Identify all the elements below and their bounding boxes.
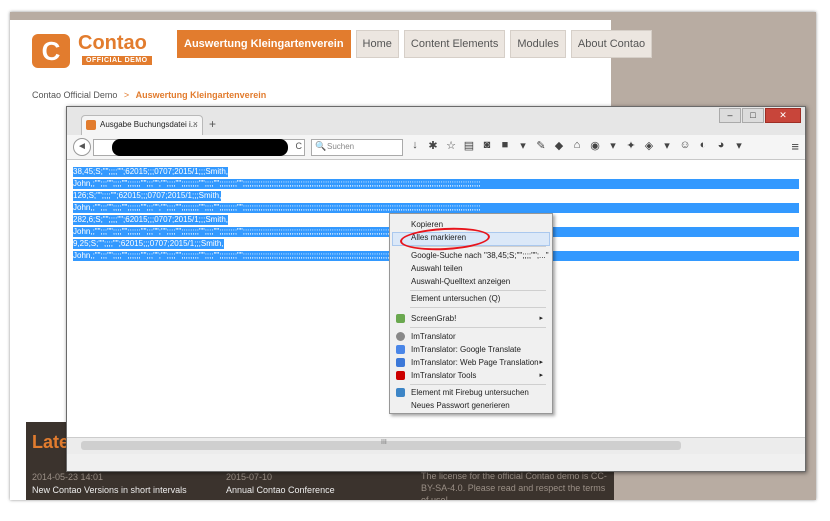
tab-close-icon[interactable]: × — [193, 119, 198, 129]
window-controls: – □ ✕ — [718, 108, 801, 123]
browser-tab[interactable]: Ausgabe Buchungsdatei i... × — [81, 115, 203, 136]
nav-item-auswertung[interactable]: Auswertung Kleingartenverein — [177, 30, 351, 58]
imtranslator-icon — [396, 332, 405, 341]
selected-text-line: 282,6;S;"";;;;"";62015;;;0707;2015/1;;;S… — [73, 215, 229, 225]
browser-titlebar: Ausgabe Buchungsdatei i... × + – □ ✕ — [67, 107, 805, 136]
ctx-imtranslator-webpage[interactable]: ImTranslator: Web Page Translation ▸ — [391, 356, 549, 369]
main-nav: Auswertung Kleingartenverein Home Conten… — [177, 30, 653, 58]
browser-navbar: ◄ C 🔍 Suchen ↓ ✱ ☆ ▤ ◙ ■ ▾ ✎ ◆ ⌂ ◉ ▾ ✦ ◈ ▾ ☺ ◐ ◕ ▾ ≡ — [67, 135, 805, 160]
ctx-new-password[interactable]: Neues Passwort generieren — [391, 399, 549, 412]
redacted-url — [112, 139, 288, 156]
ctx-share-selection[interactable]: Auswahl teilen — [391, 262, 549, 275]
breadcrumb-separator-icon: > — [123, 90, 130, 100]
site-logo[interactable]: C Contao OFFICIAL DEMO — [30, 30, 170, 70]
footer-license-text: The license for the official Contao demo… — [421, 471, 607, 500]
submenu-arrow-icon: ▸ — [539, 372, 543, 379]
news-date: 2015-07-10 — [226, 472, 273, 482]
toolbar-icon[interactable]: ◐ — [697, 139, 709, 152]
selected-text-line: 38,45;S;"";;;;"";62015;;;0707;2015/1;;;S… — [73, 167, 229, 177]
nav-item-content-elements[interactable]: Content Elements — [403, 30, 506, 58]
minimize-button[interactable]: – — [719, 108, 741, 123]
submenu-arrow-icon: ▸ — [539, 315, 543, 322]
firebug-icon — [396, 388, 405, 397]
selected-text-line: John,;"";;;"";;;;"";;;;;;"";;;"";"";;;;"… — [73, 179, 799, 189]
news-date: 2014-05-23 14:01 — [32, 472, 104, 482]
back-button[interactable]: ◄ — [73, 138, 91, 156]
toolbar-icon[interactable]: ▾ — [517, 139, 529, 152]
toolbar-icon[interactable]: ▾ — [661, 139, 673, 152]
maximize-button[interactable]: □ — [742, 108, 764, 123]
logo-subtitle: OFFICIAL DEMO — [82, 56, 152, 65]
selected-text-line: John,;"";;;"";;;;"";;;;;;"";;;"";"";;;;"… — [73, 203, 799, 213]
imtranslator-tools-icon — [396, 371, 405, 380]
search-input[interactable]: 🔍 Suchen — [311, 139, 403, 156]
toolbar-icon[interactable]: ◆ — [553, 139, 565, 152]
toolbar-icon[interactable]: ✎ — [535, 139, 547, 152]
toolbar-icon[interactable]: ▾ — [607, 139, 619, 152]
tab-title: Ausgabe Buchungsdatei i... — [100, 120, 198, 129]
toolbar-icon[interactable]: ✦ — [625, 139, 637, 152]
scrollbar-thumb[interactable]: III — [81, 439, 681, 450]
toolbar-icon[interactable]: ☆ — [445, 139, 457, 152]
reload-icon[interactable]: C — [296, 141, 303, 151]
ctx-imtranslator[interactable]: ImTranslator — [391, 330, 549, 343]
toolbar-icon[interactable]: ☺ — [679, 139, 691, 152]
toolbar-icon[interactable]: ■ — [499, 139, 511, 152]
new-tab-button[interactable]: + — [209, 117, 216, 131]
toolbar-icon[interactable]: ⌂ — [571, 139, 583, 152]
submenu-arrow-icon: ▸ — [539, 359, 543, 366]
selected-text-line: 9,25;S;"";;;;"";62015;;;0707;2015/1;;;Sm… — [73, 239, 224, 249]
toolbar-icon[interactable]: ↓ — [409, 139, 421, 152]
ctx-firebug-inspect[interactable]: Element mit Firebug untersuchen — [391, 386, 549, 399]
footer-news-item[interactable]: 2014-05-23 14:01 New Contao Versions in … — [32, 472, 187, 495]
ctx-view-selection-source[interactable]: Auswahl-Quelltext anzeigen — [391, 275, 549, 288]
news-title[interactable]: Annual Contao Conference — [226, 485, 335, 495]
horizontal-scrollbar[interactable]: III — [67, 437, 805, 454]
nav-item-home[interactable]: Home — [355, 30, 399, 58]
ctx-separator — [410, 327, 546, 328]
search-icon: 🔍 — [315, 141, 327, 151]
ctx-imtranslator-tools[interactable]: ImTranslator Tools ▸ — [391, 369, 549, 382]
news-title[interactable]: New Contao Versions in short intervals — [32, 485, 187, 495]
ctx-separator — [410, 307, 546, 308]
nav-item-about[interactable]: About Contao — [570, 30, 653, 58]
ctx-imtranslator-google[interactable]: ImTranslator: Google Translate — [391, 343, 549, 356]
footer-heading: Late — [32, 432, 70, 452]
ctx-google-search[interactable]: Google-Suche nach "38,45;S;"";;;;"";..." — [391, 249, 549, 262]
tab-favicon-icon — [86, 120, 96, 130]
ctx-screengrab[interactable]: ScreenGrab! ▸ — [391, 312, 549, 325]
toolbar-icon[interactable]: ◙ — [481, 139, 493, 152]
web-page-translation-icon — [396, 358, 405, 367]
ctx-separator — [410, 290, 546, 291]
screengrab-icon — [396, 314, 405, 323]
toolbar-icon[interactable]: ◕ — [715, 139, 727, 152]
search-placeholder: Suchen — [327, 142, 355, 151]
url-bar[interactable]: C — [93, 139, 305, 156]
toolbar-icon[interactable]: ✱ — [427, 139, 439, 152]
hamburger-menu-icon[interactable]: ≡ — [791, 139, 799, 154]
toolbar-icon[interactable]: ◈ — [643, 139, 655, 152]
breadcrumb-home[interactable]: Contao Official Demo — [32, 90, 117, 100]
contao-logo-icon: C — [32, 34, 70, 68]
nav-item-modules[interactable]: Modules — [510, 30, 566, 58]
ctx-inspect-element[interactable]: Element untersuchen (Q) — [391, 292, 549, 305]
logo-title: Contao — [78, 32, 147, 54]
google-translate-icon — [396, 345, 405, 354]
toolbar-icon[interactable]: ▤ — [463, 139, 475, 152]
toolbar-icons: ↓ ✱ ☆ ▤ ◙ ■ ▾ ✎ ◆ ⌂ ◉ ▾ ✦ ◈ ▾ ☺ ◐ ◕ ▾ — [409, 139, 745, 152]
ctx-separator — [410, 384, 546, 385]
scrollbar-grip-icon: III — [381, 439, 387, 446]
breadcrumb: Contao Official Demo > Auswertung Kleing… — [32, 90, 266, 100]
site-header: C Contao OFFICIAL DEMO Auswertung Kleing… — [30, 30, 653, 82]
toolbar-icon[interactable]: ▾ — [733, 139, 745, 152]
close-window-button[interactable]: ✕ — [765, 108, 801, 123]
breadcrumb-current: Auswertung Kleingartenverein — [135, 90, 267, 100]
toolbar-icon[interactable]: ◉ — [589, 139, 601, 152]
footer-news-item[interactable]: 2015-07-10 Annual Contao Conference — [226, 472, 335, 495]
selected-text-line: 126;S;"";;;;"";62015;;;0707;2015/1;;;Smi… — [73, 191, 222, 201]
